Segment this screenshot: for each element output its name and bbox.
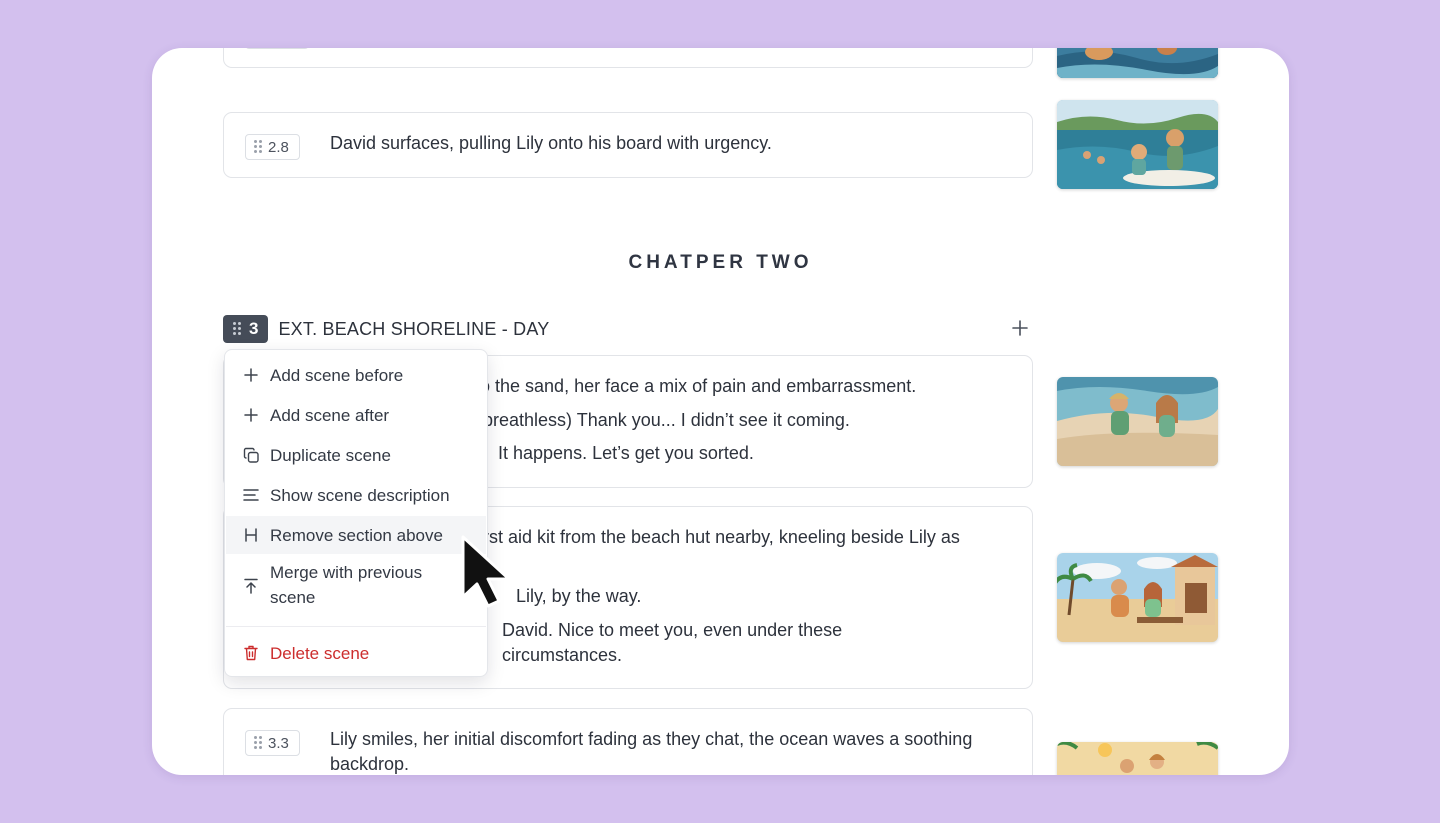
- drag-handle-icon[interactable]: [254, 736, 262, 750]
- menu-item-show-scene-description[interactable]: Show scene description: [226, 476, 486, 514]
- scene-thumbnail[interactable]: [1057, 377, 1218, 466]
- drag-handle-icon[interactable]: [233, 322, 241, 336]
- menu-item-add-scene-after[interactable]: Add scene after: [226, 396, 486, 434]
- scene-text-line[interactable]: Lily, by the way.: [516, 584, 641, 609]
- scene-context-menu: Add scene before Add scene after Duplica…: [224, 349, 488, 677]
- mouse-cursor-icon: [461, 535, 511, 608]
- scene-text[interactable]: David surfaces, pulling Lily onto his bo…: [330, 131, 772, 156]
- menu-item-label: scene: [270, 588, 316, 607]
- scene-number: 3.3: [268, 734, 289, 752]
- menu-item-add-scene-before[interactable]: Add scene before: [226, 356, 486, 394]
- scene-header: 3 EXT. BEACH SHORELINE - DAY: [223, 315, 549, 343]
- scene-thumbnail[interactable]: [1057, 553, 1218, 642]
- arrow-up-to-line-icon: [242, 577, 260, 595]
- drag-handle-icon[interactable]: [254, 140, 262, 154]
- scene-card[interactable]: 2.8 David surfaces, pulling Lily onto hi…: [223, 112, 1033, 178]
- menu-item-merge-with-previous-scene[interactable]: Merge with previous scene: [226, 560, 486, 612]
- copy-icon: [242, 446, 260, 464]
- scene-thumbnail[interactable]: [1057, 100, 1218, 189]
- scene-number: 3: [249, 319, 259, 338]
- script-editor-panel: 2.8 David surfaces, pulling Lily onto hi…: [152, 48, 1289, 775]
- menu-item-duplicate-scene[interactable]: Duplicate scene: [226, 436, 486, 474]
- scene-text-line[interactable]: Lily smiles, her initial discomfort fadi…: [330, 727, 972, 752]
- scene-text-line[interactable]: backdrop.: [330, 752, 409, 775]
- menu-item-label: Show scene description: [270, 485, 450, 505]
- heading-icon: [242, 526, 260, 544]
- scene-text-line[interactable]: to the sand, her face a mix of pain and …: [475, 374, 916, 399]
- plus-icon[interactable]: [1012, 320, 1028, 336]
- scene-number-badge[interactable]: 3.3: [245, 730, 300, 756]
- scene-number-badge[interactable]: [245, 48, 309, 49]
- menu-item-label: Add scene before: [270, 365, 404, 385]
- scene-card[interactable]: 3.3 Lily smiles, her initial discomfort …: [223, 708, 1033, 775]
- menu-item-label: Add scene after: [270, 405, 390, 425]
- plus-icon: [242, 366, 260, 384]
- scene-number: 2.8: [268, 138, 289, 156]
- scene-text-line[interactable]: It happens. Let’s get you sorted.: [498, 441, 754, 466]
- scene-number-badge[interactable]: 2.8: [245, 134, 300, 160]
- scene-text-line[interactable]: rst aid kit from the beach hut nearby, k…: [483, 525, 960, 550]
- scene-text-line[interactable]: breathless) Thank you... I didn’t see it…: [483, 408, 850, 433]
- trash-icon: [242, 644, 260, 662]
- scene-thumbnail[interactable]: [1057, 742, 1218, 775]
- chapter-title[interactable]: CHATPER TWO: [152, 252, 1289, 274]
- menu-item-label: Merge with previous: [270, 563, 423, 582]
- scene-card-partial[interactable]: [223, 48, 1033, 68]
- scene-heading[interactable]: EXT. BEACH SHORELINE - DAY: [278, 319, 549, 340]
- scene-thumbnail[interactable]: [1057, 48, 1218, 78]
- scene-text-line[interactable]: circumstances.: [502, 643, 622, 668]
- scene-text-line[interactable]: David. Nice to meet you, even under thes…: [502, 618, 842, 643]
- plus-icon: [242, 406, 260, 424]
- scene-number-button[interactable]: 3: [223, 315, 269, 343]
- menu-item-label: Delete scene: [270, 643, 370, 663]
- menu-divider: [226, 626, 486, 627]
- align-left-icon: [242, 486, 260, 504]
- menu-item-delete-scene[interactable]: Delete scene: [226, 634, 486, 672]
- menu-item-label: Duplicate scene: [270, 445, 391, 465]
- menu-item-remove-section-above[interactable]: Remove section above: [226, 516, 486, 554]
- menu-item-label: Remove section above: [270, 525, 443, 545]
